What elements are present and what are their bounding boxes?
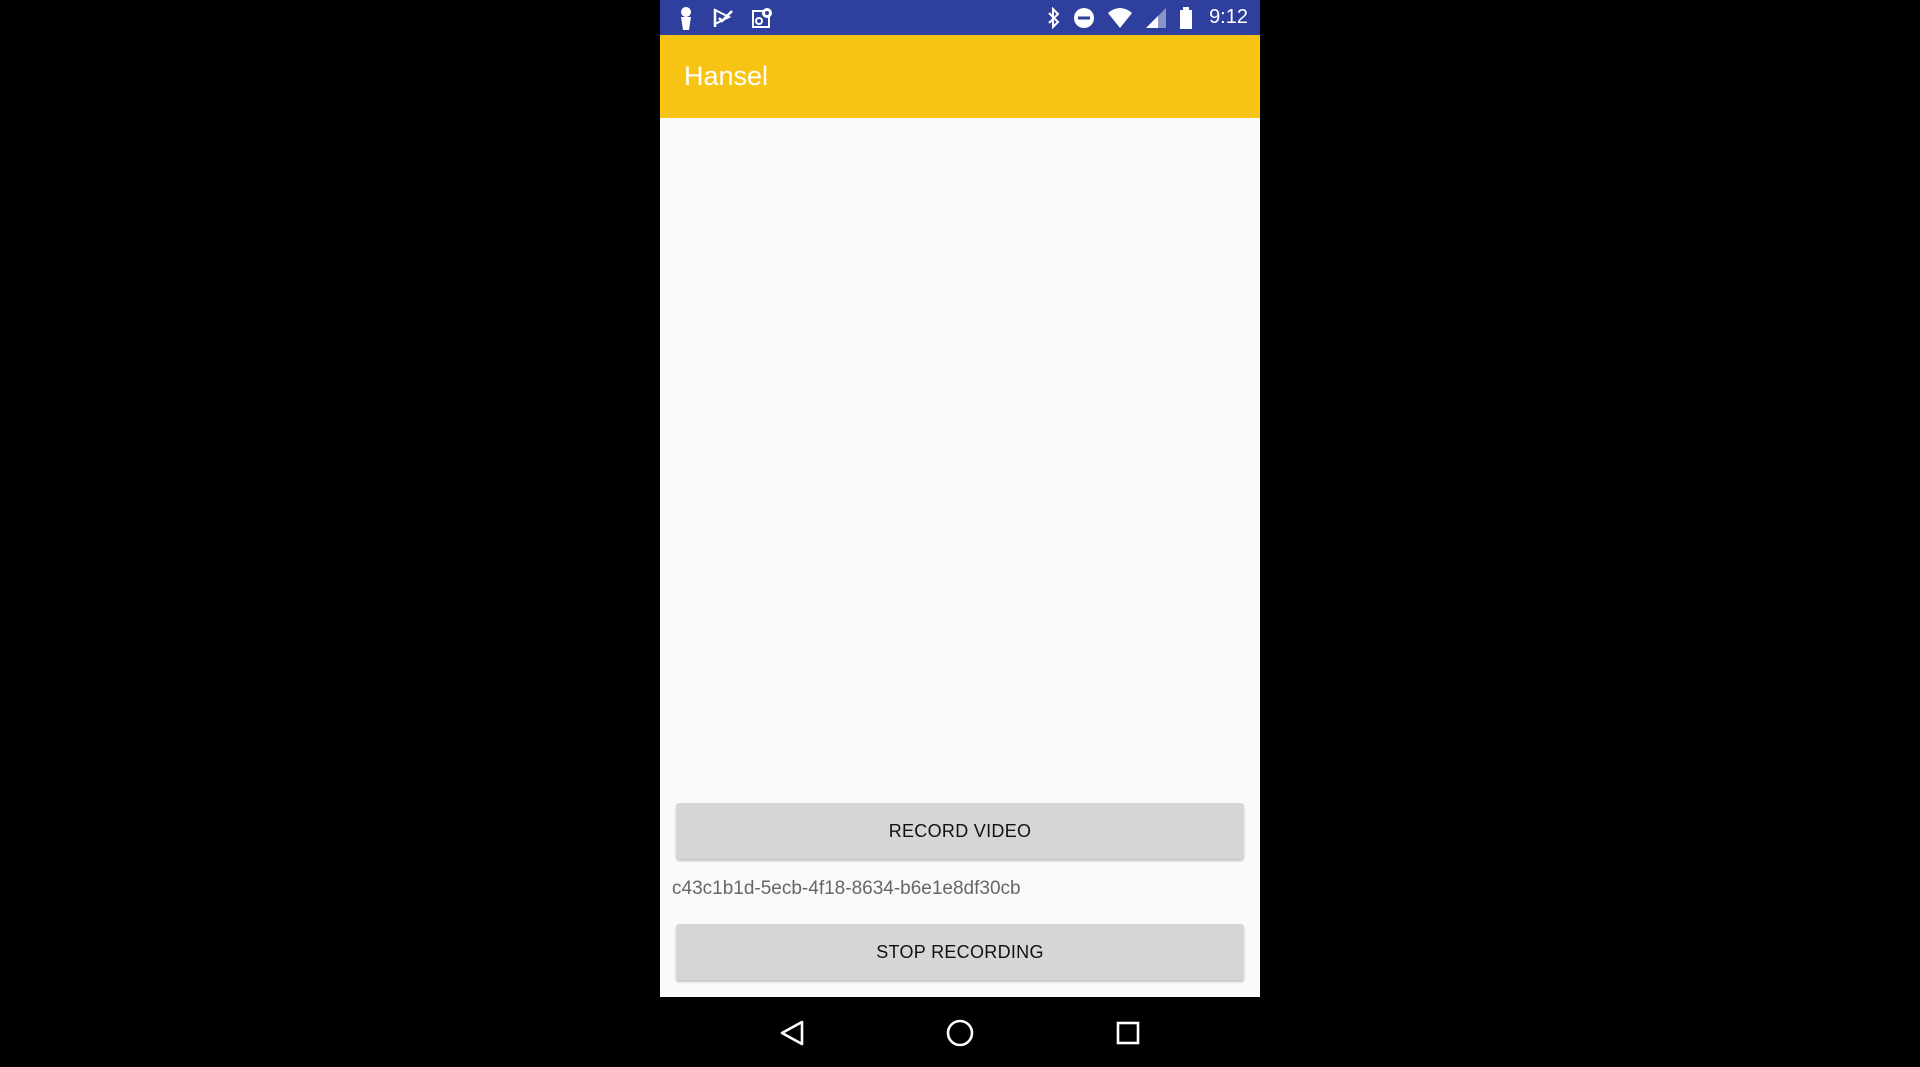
phone-screen: 9:12 Hansel RECORD VIDEO c43c1b1d-5ecb-4…	[660, 0, 1260, 1067]
home-icon	[945, 1018, 975, 1048]
session-id-text: c43c1b1d-5ecb-4f18-8634-b6e1e8df30cb	[672, 878, 1021, 899]
status-right-icons: 9:12	[1047, 4, 1248, 31]
person-pin-icon	[678, 6, 694, 30]
map-settings-icon	[752, 7, 774, 29]
status-bar: 9:12	[660, 0, 1260, 35]
back-icon	[779, 1019, 805, 1047]
stop-recording-button[interactable]: STOP RECORDING	[676, 924, 1244, 980]
status-time: 9:12	[1209, 6, 1248, 28]
record-video-button[interactable]: RECORD VIDEO	[676, 803, 1244, 859]
do-not-disturb-icon	[1073, 7, 1095, 29]
check-flag-icon	[712, 7, 734, 29]
back-button[interactable]	[772, 1013, 812, 1053]
app-bar: Hansel	[660, 35, 1260, 118]
home-button[interactable]	[940, 1013, 980, 1053]
wifi-icon	[1107, 7, 1133, 29]
bluetooth-icon	[1047, 6, 1061, 29]
recent-apps-icon	[1115, 1020, 1141, 1046]
app-title: Hansel	[684, 61, 769, 91]
battery-icon	[1179, 6, 1193, 29]
navigation-bar	[660, 997, 1260, 1067]
cell-signal-icon	[1145, 7, 1167, 29]
main-content: RECORD VIDEO c43c1b1d-5ecb-4f18-8634-b6e…	[660, 118, 1260, 997]
status-left-icons	[678, 4, 774, 31]
recent-apps-button[interactable]	[1108, 1013, 1148, 1053]
